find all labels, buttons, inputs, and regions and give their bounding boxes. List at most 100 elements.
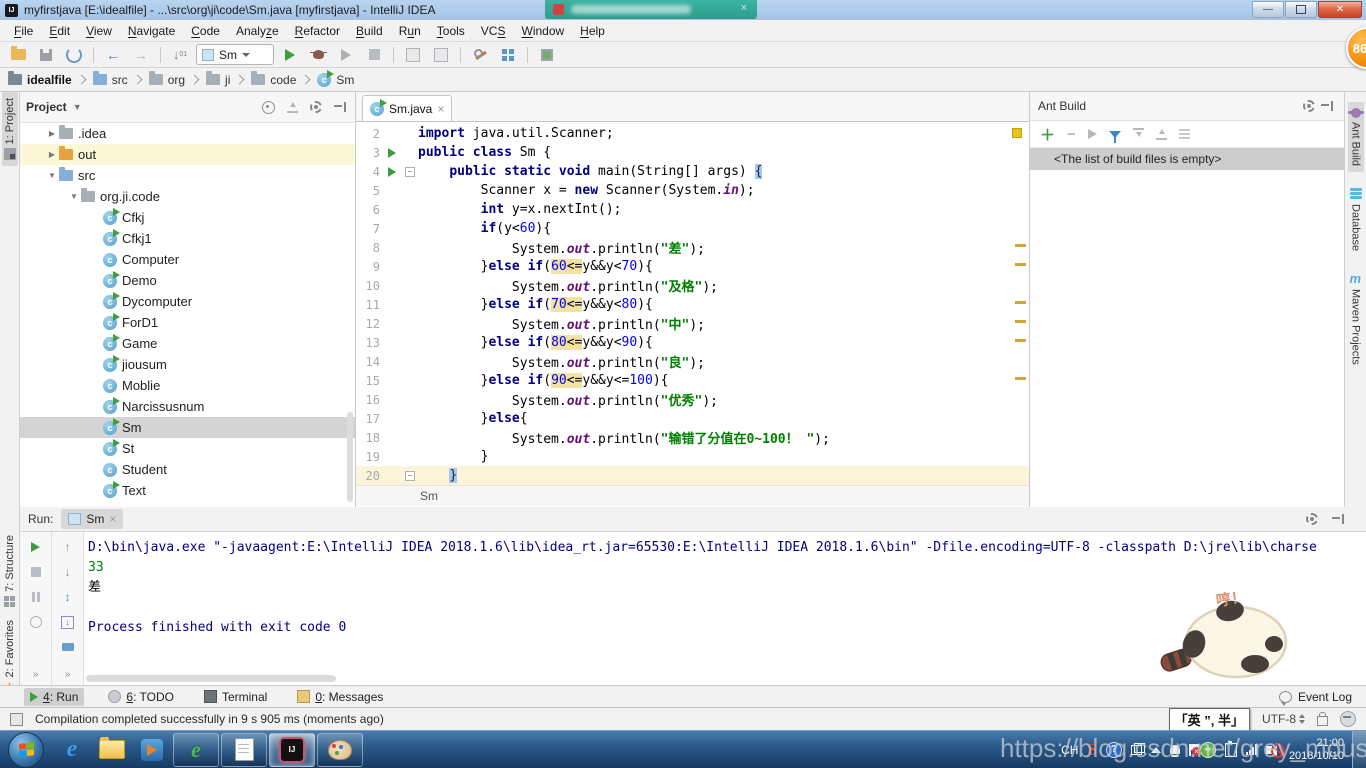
run-tab-sm[interactable]: Sm ×: [61, 509, 124, 529]
breadcrumb-item-sm[interactable]: c Sm: [317, 69, 354, 87]
network-signal-icon[interactable]: [1245, 744, 1257, 755]
event-log-button[interactable]: Event Log: [1278, 690, 1352, 706]
run-target-icon[interactable]: [1087, 129, 1097, 139]
hidden-icons-arrow[interactable]: [1150, 746, 1161, 753]
menu-build[interactable]: Build: [348, 22, 391, 40]
taskbar-notepad-button[interactable]: [221, 732, 267, 767]
menu-code[interactable]: Code: [183, 22, 228, 40]
clipboard-icon[interactable]: [1224, 740, 1237, 757]
gear-icon[interactable]: [1300, 97, 1318, 115]
forward-icon[interactable]: →: [129, 44, 153, 66]
more-icon[interactable]: »: [33, 669, 39, 680]
sidebar-tab-database[interactable]: Database: [1348, 182, 1364, 257]
sidebar-tab-ant[interactable]: Ant Build: [1347, 102, 1364, 173]
gear-icon[interactable]: [1306, 513, 1318, 525]
360-shield-icon[interactable]: +: [1199, 741, 1216, 758]
notification-bell-icon[interactable]: [1169, 745, 1180, 757]
breadcrumb-item-code[interactable]: code: [251, 71, 296, 87]
hide-panel-icon[interactable]: [331, 98, 349, 116]
stop-button[interactable]: [362, 44, 386, 66]
rerun-button[interactable]: [29, 540, 43, 554]
menu-vcs[interactable]: VCS: [473, 22, 514, 40]
toolwindow-toggle-icon[interactable]: [10, 712, 23, 726]
code-line[interactable]: 4 − public static void main(String[] args…: [356, 162, 1029, 181]
more-icon[interactable]: »: [65, 669, 71, 680]
media-player-launcher[interactable]: [135, 733, 169, 767]
tree-item-jiousum[interactable]: c jiousum: [20, 354, 355, 375]
taskbar-intellij-button[interactable]: IJ: [269, 732, 315, 767]
taskbar-clock[interactable]: 21:00 2018/10/10: [1289, 737, 1344, 763]
ie-launcher[interactable]: e: [55, 733, 89, 767]
fold-icon[interactable]: −: [405, 470, 415, 481]
close-tab-icon[interactable]: ×: [109, 512, 116, 526]
encoding-widget[interactable]: UTF-8: [1262, 712, 1305, 726]
toolwindow-messages-button[interactable]: 0: Messages: [291, 688, 389, 706]
volume-muted-icon[interactable]: [1265, 742, 1285, 758]
project-structure-icon[interactable]: [496, 44, 520, 66]
help-icon[interactable]: ?: [1105, 741, 1122, 758]
tree-item-src[interactable]: ▼ src: [20, 165, 355, 186]
chevron-down-icon[interactable]: ▼: [73, 102, 82, 112]
locate-file-icon[interactable]: [259, 98, 277, 116]
code-line[interactable]: 2 import java.util.Scanner;: [356, 124, 1029, 143]
back-icon[interactable]: ←: [101, 44, 125, 66]
scroll-to-end-icon[interactable]: ↓: [61, 615, 75, 629]
sort-lines-icon[interactable]: ↓ 01: [168, 44, 192, 66]
code-area[interactable]: 2 import java.util.Scanner; 3 public class …: [356, 122, 1029, 485]
inspector-hector-icon[interactable]: [1340, 711, 1356, 727]
run-line-icon[interactable]: [388, 147, 396, 158]
toolwindow-terminal-button[interactable]: Terminal: [198, 688, 273, 706]
pause-button[interactable]: [29, 590, 43, 604]
tree-item-text[interactable]: c Text: [20, 480, 355, 501]
restore-window-icon[interactable]: [1130, 742, 1145, 755]
collapse-all-icon[interactable]: [283, 98, 301, 116]
minimize-button[interactable]: —: [1252, 1, 1284, 18]
close-button[interactable]: ✕: [1318, 1, 1362, 18]
remove-build-file-icon[interactable]: −: [1067, 126, 1076, 143]
taskbar-360browser-button[interactable]: e: [173, 732, 219, 767]
project-scrollbar[interactable]: [347, 412, 353, 502]
add-build-file-icon[interactable]: ＋: [1040, 124, 1055, 145]
menu-refactor[interactable]: Refactor: [287, 22, 348, 40]
hide-panel-icon[interactable]: [1318, 97, 1336, 115]
action-center-flag-icon[interactable]: [1188, 743, 1201, 756]
tree-item--idea[interactable]: ▶ .idea: [20, 123, 355, 144]
tree-item-ford1[interactable]: c ForD1: [20, 312, 355, 333]
taskbar-paint-button[interactable]: [317, 732, 363, 767]
console-hscrollbar[interactable]: [86, 675, 336, 682]
code-line[interactable]: 13 }else if(80<=y&&y<90){: [356, 333, 1029, 352]
fold-icon[interactable]: −: [405, 166, 415, 177]
menu-edit[interactable]: Edit: [41, 22, 78, 40]
menu-file[interactable]: File: [6, 22, 41, 40]
menu-run[interactable]: Run: [391, 22, 429, 40]
breadcrumb-item-idealfile[interactable]: idealfile: [8, 71, 72, 87]
update-project-icon[interactable]: [401, 44, 425, 66]
tree-item-computer[interactable]: c Computer: [20, 249, 355, 270]
code-line[interactable]: 3 public class Sm {: [356, 143, 1029, 162]
debug-button[interactable]: [306, 44, 330, 66]
toolwindow-todo-button[interactable]: 6: TODO: [102, 688, 180, 706]
inspection-indicator[interactable]: [1012, 128, 1022, 138]
code-line[interactable]: 15 }else if(90<=y&&y<=100){: [356, 371, 1029, 390]
tree-item-demo[interactable]: c Demo: [20, 270, 355, 291]
settings-icon[interactable]: [468, 44, 492, 66]
code-line[interactable]: 12 System.out.println("中");: [356, 314, 1029, 334]
open-icon[interactable]: [6, 44, 30, 66]
code-line[interactable]: 16 System.out.println("优秀");: [356, 390, 1029, 410]
breadcrumb-item-src[interactable]: src: [92, 71, 128, 87]
editor-breadcrumb[interactable]: Sm: [356, 485, 1029, 506]
down-stack-icon[interactable]: ↓: [61, 565, 75, 579]
toolwindow-run-button[interactable]: 4: Run: [24, 687, 85, 706]
tree-item-cfkj1[interactable]: c Cfkj1: [20, 228, 355, 249]
sidebar-tab-maven[interactable]: m Maven Projects: [1348, 267, 1364, 371]
soft-wrap-icon[interactable]: ↕: [61, 590, 75, 604]
code-line[interactable]: 9 }else if(60<=y&&y<70){: [356, 257, 1029, 276]
export-icon[interactable]: [535, 44, 559, 66]
code-line[interactable]: 11 }else if(70<=y&&y<80){: [356, 295, 1029, 314]
print-icon[interactable]: [61, 640, 75, 654]
commit-icon[interactable]: [429, 44, 453, 66]
up-stack-icon[interactable]: ↑: [61, 540, 75, 554]
tree-item-moblie[interactable]: c Moblie: [20, 375, 355, 396]
run-configuration-select[interactable]: Sm: [196, 44, 274, 65]
gear-icon[interactable]: [307, 98, 325, 116]
